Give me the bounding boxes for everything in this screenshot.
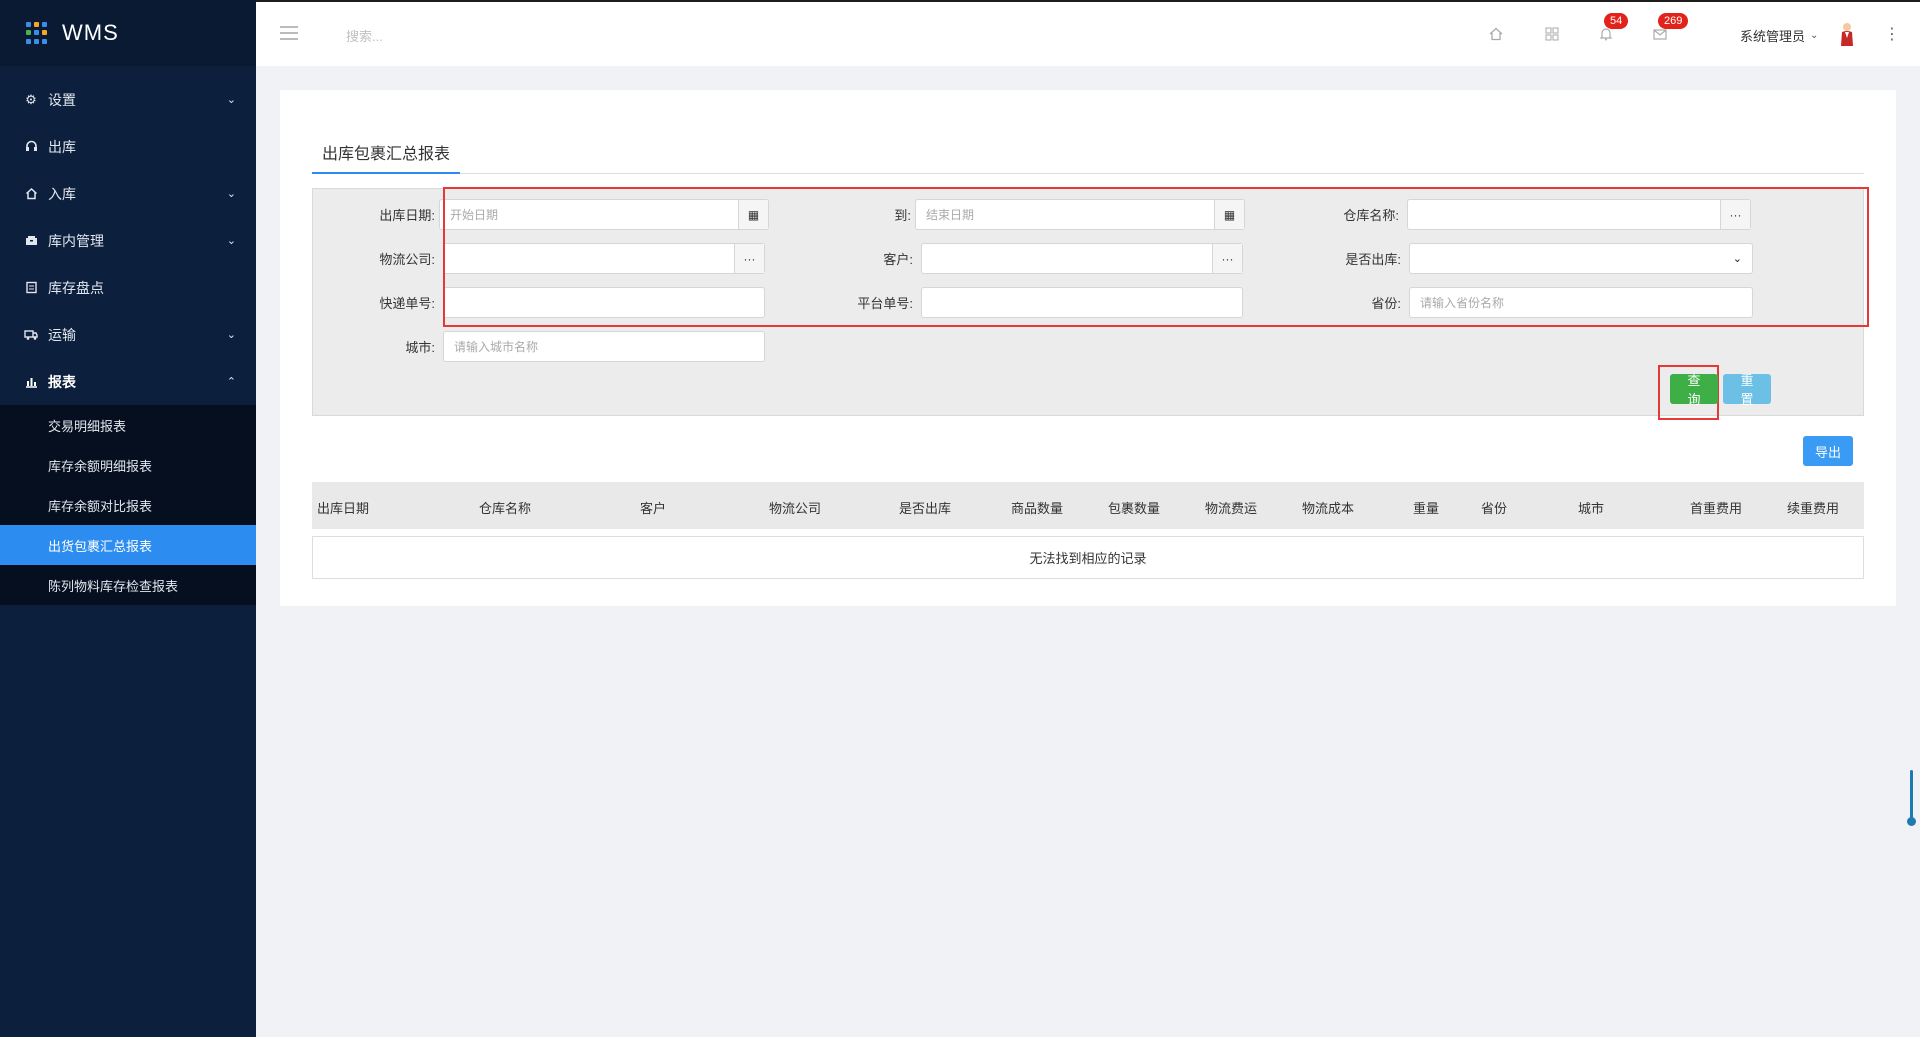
sidebar-item-inbound[interactable]: 入库 ⌄: [0, 170, 256, 217]
column-header[interactable]: 是否出库: [899, 498, 951, 517]
menu-toggle-icon[interactable]: [280, 26, 298, 40]
city-label: 城市:: [405, 340, 435, 355]
column-header[interactable]: 物流成本: [1302, 498, 1354, 517]
column-header[interactable]: 重量: [1413, 498, 1439, 517]
tab-shipment-package-summary[interactable]: 出库包裹汇总报表: [312, 140, 461, 174]
sidebar-item-warehouse-management[interactable]: 库内管理 ⌄: [0, 217, 256, 264]
reports-submenu: 交易明细报表 库存余额明细报表 库存余额对比报表 出货包裹汇总报表 陈列物料库存…: [0, 405, 256, 605]
chevron-down-icon: ⌄: [1810, 30, 1819, 41]
top-bar: 54 269 系统管理员 ⌄ ⋮: [256, 0, 1920, 66]
sidebar-item-settings[interactable]: ⚙ 设置 ⌄: [0, 76, 256, 123]
table-header: 出库日期 仓库名称 客户 物流公司 是否出库 商品数量 包裹数量 物流费运 物流…: [312, 482, 1864, 529]
avatar[interactable]: [1838, 22, 1856, 46]
truck-icon: [24, 328, 38, 342]
notifications-badge: 54: [1604, 13, 1629, 29]
bar-chart-icon: [24, 375, 38, 389]
chevron-down-icon: ⌄: [226, 235, 236, 247]
tab-divider: [312, 173, 1864, 174]
sidebar-item-label: 报表: [48, 373, 76, 390]
report-tabs: 出库包裹汇总报表: [312, 140, 1896, 174]
sidebar-subitem-inventory-balance-detail[interactable]: 库存余额明细报表: [0, 445, 256, 485]
sidebar-item-label: 出库: [48, 138, 76, 155]
export-button[interactable]: 导出: [1803, 436, 1853, 466]
chevron-down-icon: ⌄: [226, 329, 236, 341]
column-header[interactable]: 物流费运: [1205, 498, 1257, 517]
sidebar-subitem-shipment-package-summary[interactable]: 出货包裹汇总报表: [0, 525, 256, 565]
column-header[interactable]: 城市: [1578, 498, 1604, 517]
brand: WMS: [0, 0, 256, 66]
document-icon: [24, 281, 38, 295]
column-header[interactable]: 客户: [640, 498, 666, 517]
report-table: 出库日期 仓库名称 客户 物流公司 是否出库 商品数量 包裹数量 物流费运 物流…: [312, 482, 1864, 579]
sidebar-subitem-transaction-detail[interactable]: 交易明细报表: [0, 405, 256, 445]
column-header[interactable]: 包裹数量: [1108, 498, 1160, 517]
home-icon: [24, 187, 38, 201]
message-icon[interactable]: 269: [1650, 13, 1689, 44]
messages-badge: 269: [1658, 13, 1689, 29]
home-icon[interactable]: [1486, 24, 1506, 44]
query-button[interactable]: 查询: [1670, 373, 1718, 407]
sidebar-item-stocktaking[interactable]: 库存盘点: [0, 264, 256, 311]
grid-icon[interactable]: [1542, 24, 1562, 44]
box-icon: [24, 234, 38, 248]
column-header[interactable]: 商品数量: [1011, 498, 1063, 517]
sidebar: WMS ⚙ 设置 ⌄ 出库 入库 ⌄ 库内管理 ⌄ 库存盘点 运输 ⌄ 报表 ⌃…: [0, 0, 256, 1037]
date-from-label: 出库日期:: [379, 208, 435, 223]
apps-grid-icon[interactable]: [26, 22, 48, 44]
filter-highlight-box: [443, 187, 1869, 327]
column-header[interactable]: 首重费用: [1690, 498, 1742, 517]
table-empty-row: 无法找到相应的记录: [312, 536, 1864, 579]
user-name: 系统管理员: [1740, 29, 1806, 44]
sidebar-item-label: 运输: [48, 326, 76, 343]
column-header[interactable]: 仓库名称: [479, 498, 531, 517]
more-options-icon[interactable]: ⋮: [1884, 24, 1900, 44]
sidebar-subitem-inventory-balance-compare[interactable]: 库存余额对比报表: [0, 485, 256, 525]
column-header[interactable]: 续重费用: [1787, 498, 1839, 517]
user-menu[interactable]: 系统管理员 ⌄: [1740, 26, 1818, 45]
sidebar-item-reports[interactable]: 报表 ⌃: [0, 358, 256, 405]
sidebar-menu: ⚙ 设置 ⌄ 出库 入库 ⌄ 库内管理 ⌄ 库存盘点 运输 ⌄ 报表 ⌃: [0, 76, 256, 405]
logistics-label: 物流公司:: [379, 252, 435, 267]
gear-icon: ⚙: [25, 91, 37, 107]
bell-icon[interactable]: 54: [1596, 13, 1629, 44]
sidebar-item-label: 库存盘点: [48, 279, 104, 296]
sidebar-item-outbound[interactable]: 出库: [0, 123, 256, 170]
sidebar-item-transport[interactable]: 运输 ⌄: [0, 311, 256, 358]
chevron-down-icon: ⌄: [226, 94, 236, 106]
app-title: WMS: [62, 20, 119, 45]
scroll-indicator[interactable]: [1907, 770, 1916, 826]
sidebar-item-label: 入库: [48, 185, 76, 202]
sidebar-item-label: 设置: [48, 91, 76, 108]
chevron-down-icon: ⌄: [226, 188, 236, 200]
column-header[interactable]: 出库日期: [317, 498, 369, 517]
sidebar-item-label: 库内管理: [48, 232, 104, 249]
search-input[interactable]: [346, 22, 646, 50]
headset-icon: [24, 140, 38, 154]
filter-row-4: 城市:: [313, 331, 765, 362]
column-header[interactable]: 省份: [1481, 498, 1507, 517]
city-input[interactable]: [444, 332, 764, 361]
chevron-up-icon: ⌃: [226, 376, 236, 388]
reset-button[interactable]: 重置: [1723, 373, 1771, 407]
tracking-label: 快递单号:: [379, 296, 435, 311]
sidebar-subitem-display-material-check[interactable]: 陈列物料库存检查报表: [0, 565, 256, 605]
column-header[interactable]: 物流公司: [769, 498, 821, 517]
city-field[interactable]: [443, 331, 765, 362]
